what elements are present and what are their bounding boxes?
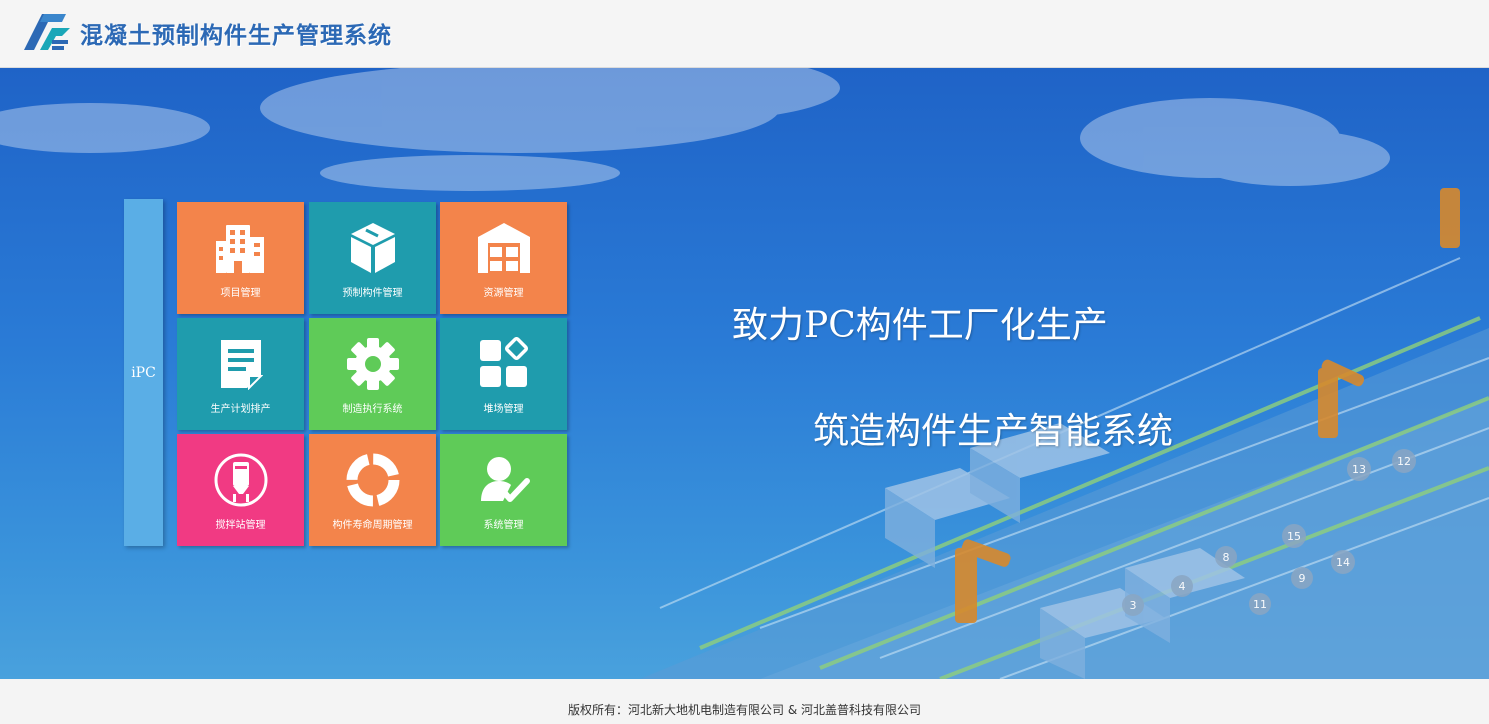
grid-blocks-icon [476, 336, 532, 392]
station-number: 13 [1352, 463, 1366, 476]
tile-mixing-station-management[interactable]: 搅拌站管理 [177, 434, 304, 546]
slogan-line-1: 致力PC构件工厂化生产 [732, 305, 1108, 346]
copyright-text: 版权所有：河北新大地机电制造有限公司 & 河北盖普科技有限公司 [568, 703, 921, 717]
side-bar-label: iPC [131, 364, 156, 381]
station-number: 14 [1336, 556, 1350, 569]
top-header: 混凝土预制构件生产管理系统 [0, 0, 1489, 68]
app-title: 混凝土预制构件生产管理系统 [80, 22, 392, 49]
station-number: 11 [1253, 598, 1267, 611]
cycle-ring-icon [345, 452, 401, 508]
tile-system-management[interactable]: 系统管理 [440, 434, 567, 546]
slogan-line-2: 筑造构件生产智能系统 [813, 411, 1174, 452]
module-tiles-grid: 项目管理 预制构件管理 资源管理 生产计划排产 制造执行系统 堆场管理 搅拌站管… [177, 202, 569, 548]
building-icon [213, 220, 269, 276]
station-number: 12 [1397, 455, 1411, 468]
tile-label: 构件寿命周期管理 [332, 520, 413, 531]
tile-manufacturing-execution[interactable]: 制造执行系统 [309, 318, 436, 430]
tile-label: 生产计划排产 [210, 404, 271, 415]
tile-label: 系统管理 [483, 520, 524, 531]
tile-label: 搅拌站管理 [215, 520, 266, 531]
user-check-icon [476, 452, 532, 508]
station-number: 15 [1287, 530, 1301, 543]
warehouse-icon [476, 220, 532, 276]
tile-label: 堆场管理 [483, 404, 524, 415]
tile-component-lifecycle-management[interactable]: 构件寿命周期管理 [309, 434, 436, 546]
document-icon [213, 336, 269, 392]
page-footer: 版权所有：河北新大地机电制造有限公司 & 河北盖普科技有限公司 [0, 679, 1489, 724]
ipc-logo[interactable] [22, 10, 72, 54]
tile-yard-management[interactable]: 堆场管理 [440, 318, 567, 430]
tile-label: 项目管理 [220, 288, 261, 299]
hero-banner: 3 4 8 9 11 12 13 14 15 iPC 项目管理 预制构件管理 资… [0, 68, 1489, 679]
station-number: 8 [1223, 551, 1230, 564]
box-icon [345, 220, 401, 276]
tile-resource-management[interactable]: 资源管理 [440, 202, 567, 314]
station-number: 3 [1130, 599, 1137, 612]
tile-label: 制造执行系统 [342, 404, 403, 415]
station-number: 9 [1299, 572, 1306, 585]
tile-precast-component-management[interactable]: 预制构件管理 [309, 202, 436, 314]
tile-project-management[interactable]: 项目管理 [177, 202, 304, 314]
silo-icon [213, 452, 269, 508]
ipc-side-bar[interactable]: iPC [124, 199, 163, 546]
tile-production-scheduling[interactable]: 生产计划排产 [177, 318, 304, 430]
gear-icon [345, 336, 401, 392]
station-number: 4 [1179, 580, 1186, 593]
tile-label: 预制构件管理 [342, 288, 403, 299]
tile-label: 资源管理 [483, 288, 524, 299]
